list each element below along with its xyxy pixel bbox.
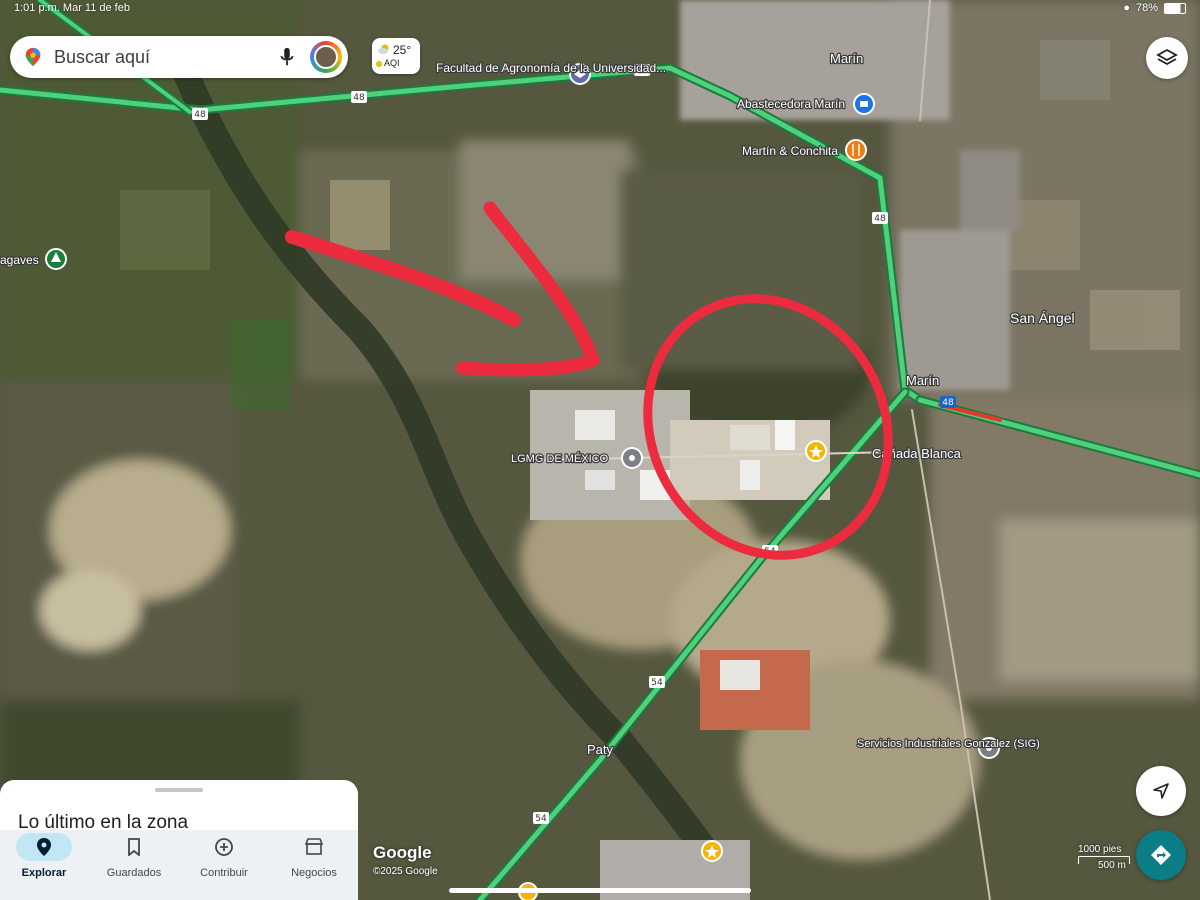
- copyright-text: ©2025 Google: [373, 866, 438, 877]
- place-label: LGMG DE MÉXICO: [511, 452, 609, 465]
- add-circle-icon: [215, 838, 233, 856]
- search-bar[interactable]: Buscar aquí: [10, 36, 348, 78]
- place-label: San Ángel: [1010, 310, 1075, 326]
- route-shield: 54: [533, 812, 549, 824]
- svg-text:54: 54: [651, 678, 663, 688]
- nav-label: Contribuir: [200, 867, 248, 879]
- svg-text:48: 48: [942, 398, 954, 408]
- weather-chip[interactable]: 25° AQI: [372, 38, 420, 74]
- scale-feet: 1000 pies: [1078, 844, 1122, 855]
- weather-temp: 25°: [393, 43, 412, 57]
- place-label: Paty: [587, 742, 614, 757]
- directions-button[interactable]: [1136, 830, 1186, 880]
- place-label: agaves: [0, 253, 39, 267]
- star-icon: [805, 440, 827, 462]
- partly-cloudy-icon: [378, 44, 389, 54]
- place-label: Facultad de Agronomía de la Universidad.…: [436, 61, 666, 75]
- sheet-drag-handle[interactable]: [155, 788, 203, 792]
- place-label: Marín: [906, 373, 939, 388]
- battery-level: 78%: [1135, 2, 1158, 14]
- place-label: Martín & Conchita: [742, 144, 838, 158]
- nav-label: Guardados: [106, 867, 162, 879]
- route-shield: 54: [649, 676, 665, 688]
- store-icon: [853, 93, 875, 115]
- maps-pin-icon: [25, 47, 41, 67]
- restaurant-icon: [845, 139, 867, 161]
- battery-icon: [1164, 2, 1186, 14]
- svg-text:48: 48: [874, 214, 886, 224]
- svg-text:48: 48: [194, 110, 206, 120]
- nav-item-explorar[interactable]: Explorar: [0, 830, 88, 900]
- nav-label: Explorar: [21, 867, 67, 879]
- route-shield: 48: [351, 91, 367, 103]
- google-logo: Google: [373, 843, 432, 862]
- place-label: Marín: [830, 51, 863, 66]
- route-shield: 48: [872, 212, 888, 224]
- scale-meters: 500 m: [1098, 860, 1126, 871]
- navigation-arrow-icon: [1153, 783, 1169, 799]
- store-front-icon: [304, 838, 324, 855]
- bookmark-icon: [128, 838, 140, 856]
- account-avatar[interactable]: [310, 41, 342, 73]
- search-input[interactable]: Buscar aquí: [54, 47, 278, 68]
- route-shield: 48: [940, 396, 956, 408]
- layers-button[interactable]: [1146, 37, 1188, 79]
- svg-text:54: 54: [535, 814, 547, 824]
- svg-text:48: 48: [353, 93, 365, 103]
- status-indicators: ● 78%: [1123, 2, 1186, 14]
- my-location-button[interactable]: [1136, 766, 1186, 816]
- aqi-indicator-icon: [376, 61, 382, 67]
- route-shield: 48: [192, 108, 208, 120]
- explore-pin-icon: [37, 838, 51, 856]
- directions-icon: [1151, 845, 1171, 865]
- wifi-icon: ●: [1123, 2, 1130, 14]
- place-pin-icon: [621, 447, 643, 469]
- status-time: 1:01 p.m. Mar 11 de feb: [14, 2, 130, 14]
- place-label: Servicios Industriales Gonzalez (SIG): [857, 738, 1040, 750]
- nav-label: Negocios: [291, 867, 337, 879]
- microphone-icon[interactable]: [278, 46, 296, 68]
- layers-icon: [1156, 48, 1178, 66]
- nav-item-negocios[interactable]: Negocios: [270, 830, 358, 900]
- satellite-map[interactable]: 48 48 48 48 48 54 54 54 Facultad de Agro…: [0, 0, 1200, 900]
- star-icon: [701, 840, 723, 862]
- place-label: Abastecedora Marín: [737, 97, 845, 111]
- nav-item-guardados[interactable]: Guardados: [90, 830, 178, 900]
- aqi-label: AQI: [384, 58, 400, 68]
- tree-icon: [45, 248, 67, 270]
- nav-item-contribuir[interactable]: Contribuir: [180, 830, 268, 900]
- home-indicator[interactable]: [449, 888, 751, 893]
- bottom-nav: Explorar Guardados Contribuir Negocios: [0, 830, 358, 900]
